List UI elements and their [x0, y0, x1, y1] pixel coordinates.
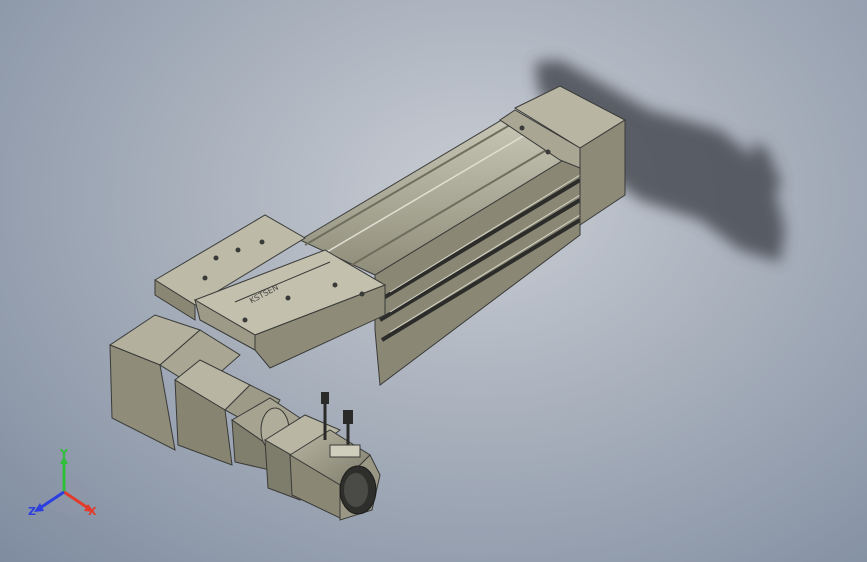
servo-motor[interactable] [264, 414, 381, 521]
graphics-viewport[interactable]: KSTSEN Y Z X [0, 0, 867, 562]
z-axis-label: Z [28, 505, 36, 518]
x-axis-label: X [88, 505, 97, 518]
model-view[interactable]: KSTSEN [0, 0, 867, 562]
y-axis-label: Y [60, 447, 68, 460]
coordinate-triad: Y Z X [22, 448, 112, 528]
linear-rail[interactable] [298, 114, 582, 386]
